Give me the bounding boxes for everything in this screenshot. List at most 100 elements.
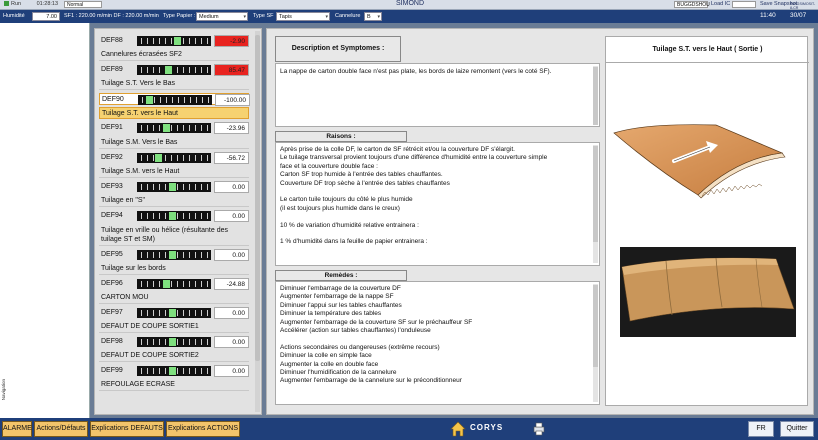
gauge-tick [183, 368, 184, 374]
gauge-marker [169, 367, 176, 375]
default-row-def89[interactable]: DEF89 85.47 [99, 64, 249, 76]
run-indicator[interactable]: Run 01:28:13 [4, 1, 58, 7]
default-title[interactable]: Tuilage S.M. vers le Haut [99, 166, 249, 178]
default-row-def97[interactable]: DEF97 0.00 [99, 307, 249, 319]
default-row-def94[interactable]: DEF94 0.00 [99, 210, 249, 222]
save-button[interactable]: Save [760, 1, 773, 7]
gauge-marker [163, 280, 170, 288]
scrollbar-thumb[interactable] [593, 67, 598, 125]
gauge-tick [201, 252, 202, 258]
description-box: La nappe de carton double face n'est pas… [275, 63, 600, 127]
gauge-tick [201, 125, 202, 131]
gauge-tick [189, 38, 190, 44]
gauge-tick [165, 310, 166, 316]
gauge-marker [169, 183, 176, 191]
humidite-input[interactable]: 7.00 [32, 12, 60, 21]
default-row-def99[interactable]: DEF99 0.00 [99, 365, 249, 377]
gauge-tick [183, 184, 184, 190]
default-code: DEF94 [101, 212, 123, 219]
description-scrollbar[interactable] [593, 66, 598, 125]
gauge-tick [147, 67, 148, 73]
gauge-tick [147, 339, 148, 345]
gauge-tick [147, 368, 148, 374]
gauge-tick [171, 38, 172, 44]
type-sf-select[interactable]: Tapis ▾ [276, 12, 330, 21]
illustration-title: Tuilage S.T. vers le Haut ( Sortie ) [606, 37, 809, 63]
type-papier-select[interactable]: Medium ▾ [196, 12, 248, 21]
default-title[interactable]: Tuilage en vrille ou hélice (résultante … [99, 224, 249, 246]
navigation-label: Navigation [1, 378, 6, 400]
gauge-tick [177, 67, 178, 73]
load-ic-field[interactable] [732, 1, 756, 8]
scrollbar-thumb[interactable] [593, 285, 598, 367]
default-row-def90[interactable]: DEF90 -100.00 [99, 93, 250, 106]
default-code: DEF96 [101, 280, 123, 287]
text-line: Actions secondaires ou dangereuses (extr… [280, 343, 440, 351]
home-icon[interactable] [450, 421, 466, 437]
gauge-tick [147, 281, 148, 287]
default-value: 0.00 [214, 365, 249, 377]
remedes-scrollbar[interactable] [593, 284, 598, 402]
gauge-tick [195, 281, 196, 287]
default-code: DEF88 [101, 37, 123, 44]
default-title-selected[interactable]: Tuilage S.T. vers le Haut [99, 107, 249, 119]
gauge-tick [159, 310, 160, 316]
default-title[interactable]: Cannelures écrasées SF2 [99, 49, 249, 61]
alarme-button[interactable]: ALARME [2, 421, 32, 437]
corys-logo: CORYS [470, 423, 504, 432]
gauge-tick [159, 252, 160, 258]
gauge-tick [165, 213, 166, 219]
mode-select[interactable]: Normal [64, 1, 102, 8]
default-title[interactable]: Tuilage S.M. Vers le Bas [99, 137, 249, 149]
explications-actions-button[interactable]: Explications ACTIONS [166, 421, 240, 437]
actions-defauts-button[interactable]: Actions/Défauts [34, 421, 88, 437]
gauge-tick [153, 339, 154, 345]
description-header: Description et Symptomes : [275, 36, 401, 62]
default-title[interactable]: DEFAUT DE COUPE SORTIE1 [99, 321, 249, 333]
gauge-tick [153, 310, 154, 316]
navigation-strip[interactable]: Navigation [0, 23, 90, 418]
default-row-def93[interactable]: DEF93 0.00 [99, 181, 249, 193]
gauge-bar [137, 153, 211, 163]
default-title[interactable]: Tuilage en "S" [99, 195, 249, 207]
default-title-line: tuilage ST et SM) [101, 236, 155, 243]
default-row-def95[interactable]: DEF95 0.00 [99, 249, 249, 261]
type-sf-value: Tapis [279, 14, 292, 20]
gauge-tick [207, 368, 208, 374]
default-row-def96[interactable]: DEF96 -24.88 [99, 278, 249, 290]
default-row-def91[interactable]: DEF91 -23.96 [99, 122, 249, 134]
gauge-tick [183, 213, 184, 219]
default-title[interactable]: Tuilage S.T. Vers le Bas [99, 78, 249, 90]
defaults-list[interactable]: DEF88 -2.90 Cannelures écrasées SF2 DEF8… [94, 28, 262, 415]
user-select[interactable]: BUGGDSHOU [674, 1, 710, 8]
quitter-button[interactable]: Quitter [780, 421, 814, 437]
chevron-down-icon: ▾ [325, 14, 328, 20]
default-title[interactable]: Tuilage sur les bords [99, 263, 249, 275]
print-icon[interactable] [532, 422, 546, 436]
default-title[interactable]: DEFAUT DE COUPE SORTIE2 [99, 350, 249, 362]
raisons-scrollbar[interactable] [593, 145, 598, 263]
defaults-scrollbar[interactable] [255, 31, 260, 412]
type-sf-label: Type SF [253, 13, 274, 19]
gauge-tick [195, 339, 196, 345]
text-line: Diminuer l'appui sur les tables chauffan… [280, 301, 402, 309]
language-button[interactable]: FR [748, 421, 774, 437]
default-row-def88[interactable]: DEF88 -2.90 [99, 35, 249, 47]
gauge-tick [153, 368, 154, 374]
gauge-bar [137, 337, 211, 347]
gauge-tick [201, 38, 202, 44]
default-title[interactable]: REFOULAGE ECRASE [99, 379, 249, 391]
default-row-def98[interactable]: DEF98 0.00 [99, 336, 249, 348]
cannelure-select[interactable]: B ▾ [364, 12, 382, 21]
gauge-tick [165, 252, 166, 258]
gauge-tick [183, 252, 184, 258]
gauge-bar [137, 65, 211, 75]
gauge-bar [137, 123, 211, 133]
load-ic-button[interactable]: Load IC [711, 1, 730, 7]
scrollbar-thumb[interactable] [255, 35, 260, 361]
default-title[interactable]: CARTON MOU [99, 292, 249, 304]
default-row-def92[interactable]: DEF92 -56.72 [99, 152, 249, 164]
scrollbar-thumb[interactable] [593, 146, 598, 242]
explications-defauts-button[interactable]: Explications DEFAUTS [90, 421, 164, 437]
default-value: 85.47 [214, 64, 249, 76]
